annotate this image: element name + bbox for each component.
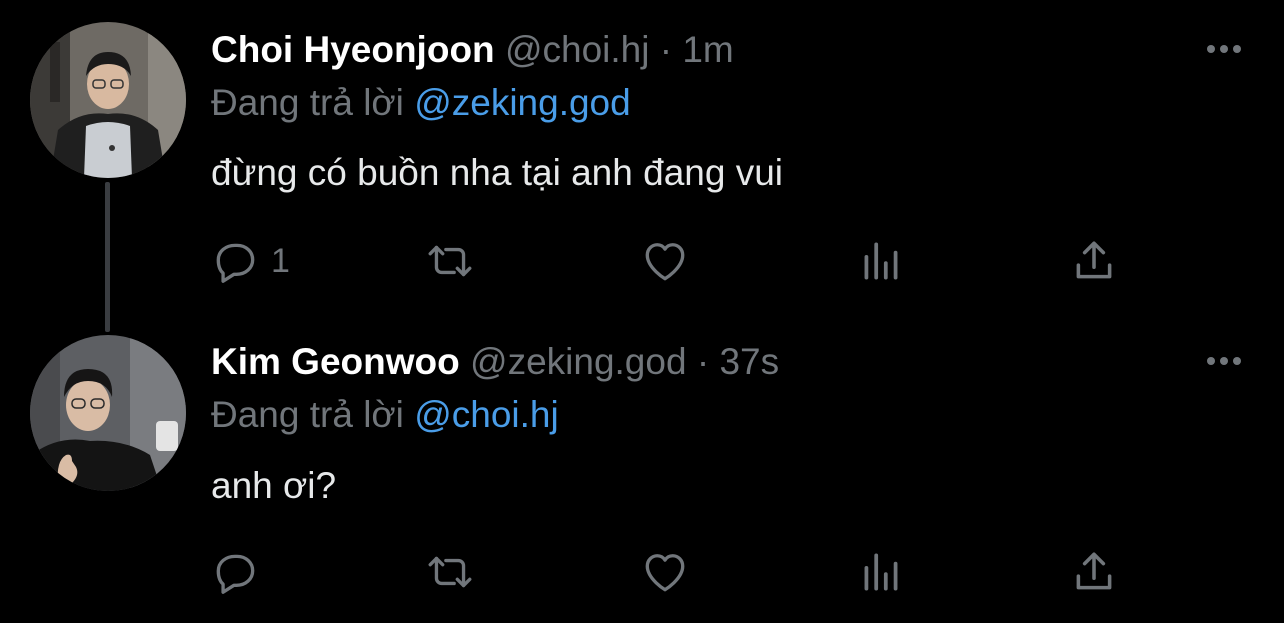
person-photo-avatar: [30, 335, 186, 491]
replying-to-line: Đang trả lời @choi.hj: [211, 393, 559, 437]
like-button[interactable]: [640, 547, 690, 597]
more-options-button[interactable]: [1202, 339, 1246, 383]
author-display-name[interactable]: Kim Geonwoo: [211, 341, 460, 382]
tweet-text: đừng có buồn nha tại anh đang vui: [211, 152, 784, 193]
thread-connector-line: [105, 182, 110, 332]
views-bar-chart-icon: [864, 553, 898, 591]
author-handle[interactable]: @zeking.god: [470, 341, 687, 382]
reply-button[interactable]: 1: [211, 236, 290, 286]
avatar[interactable]: [30, 335, 186, 491]
tweet[interactable]: Choi Hyeonjoon @choi.hj · 1m Đang trả lờ…: [0, 0, 1284, 332]
tweet-actions: [211, 547, 1131, 597]
retweet-icon: [428, 245, 472, 277]
tweet[interactable]: Kim Geonwoo @zeking.god · 37s Đang trả l…: [0, 312, 1284, 623]
like-button[interactable]: [640, 236, 690, 286]
tweet-timestamp[interactable]: 1m: [682, 29, 733, 70]
more-horizontal-icon: [1207, 45, 1241, 53]
tweet-actions: 1: [211, 236, 1131, 286]
share-upload-icon: [1076, 552, 1112, 590]
heart-icon: [645, 554, 685, 592]
more-options-button[interactable]: [1202, 27, 1246, 71]
reply-button[interactable]: [211, 547, 271, 597]
separator-dot: ·: [659, 29, 673, 70]
reply-bubble-icon: [216, 243, 255, 283]
tweet-header: Choi Hyeonjoon @choi.hj · 1m: [211, 28, 734, 72]
more-horizontal-icon: [1207, 357, 1241, 365]
replying-to-label: Đang trả lời: [211, 82, 404, 123]
separator-dot: ·: [696, 341, 710, 382]
retweet-icon: [428, 556, 472, 588]
views-button[interactable]: [856, 236, 906, 286]
replying-to-mention-link[interactable]: @zeking.god: [414, 82, 631, 123]
avatar[interactable]: [30, 22, 186, 178]
tweet-header: Kim Geonwoo @zeking.god · 37s: [211, 340, 779, 384]
reply-bubble-icon: [216, 554, 255, 594]
person-photo-avatar: [30, 22, 186, 178]
retweet-button[interactable]: [425, 236, 475, 286]
reply-count: 1: [271, 241, 290, 280]
author-handle[interactable]: @choi.hj: [505, 29, 650, 70]
replying-to-line: Đang trả lời @zeking.god: [211, 81, 631, 125]
views-bar-chart-icon: [864, 242, 898, 280]
author-display-name[interactable]: Choi Hyeonjoon: [211, 29, 495, 70]
tweet-text: anh ơi?: [211, 465, 337, 506]
views-button[interactable]: [856, 547, 906, 597]
retweet-button[interactable]: [425, 547, 475, 597]
share-upload-icon: [1076, 241, 1112, 279]
heart-icon: [645, 243, 685, 281]
share-button[interactable]: [1069, 236, 1119, 286]
replying-to-mention-link[interactable]: @choi.hj: [414, 394, 559, 435]
replying-to-label: Đang trả lời: [211, 394, 404, 435]
tweet-timestamp[interactable]: 37s: [719, 341, 779, 382]
share-button[interactable]: [1069, 547, 1119, 597]
